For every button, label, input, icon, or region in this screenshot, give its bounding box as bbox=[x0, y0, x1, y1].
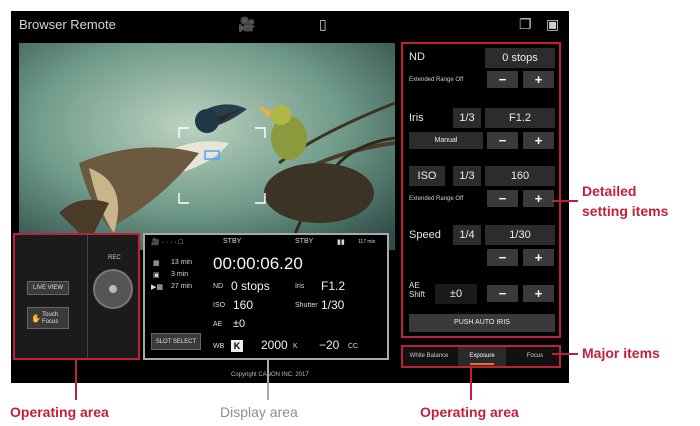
bird-preview-image bbox=[19, 43, 395, 250]
leader-line-op-left bbox=[75, 360, 77, 400]
hand-icon: ✋ bbox=[31, 314, 41, 323]
leader-line-detailed bbox=[552, 200, 578, 202]
live-preview[interactable] bbox=[19, 43, 395, 250]
active-tab-indicator bbox=[470, 363, 494, 365]
speed-step[interactable]: 1/4 bbox=[453, 225, 481, 245]
iso-display-value: 160 bbox=[233, 298, 254, 312]
nd-display-label: ND bbox=[213, 283, 224, 290]
divider bbox=[87, 235, 88, 358]
iso-extended-range[interactable]: Extended Range Off bbox=[409, 196, 463, 202]
annotation-detailed-setting-items: Detailed setting items bbox=[582, 183, 669, 219]
speed-value[interactable]: 1/30 bbox=[485, 225, 555, 245]
annotation-operating-area-left: Operating area bbox=[10, 404, 109, 420]
leader-line-display bbox=[267, 360, 269, 400]
iris-display-value: F1.2 bbox=[321, 279, 346, 293]
iso-label: ISO bbox=[409, 166, 445, 186]
push-auto-iris-button[interactable]: PUSH AUTO IRIS bbox=[409, 314, 555, 332]
touch-focus-label: Touch Focus bbox=[42, 312, 59, 325]
media-3-time: 27 min bbox=[171, 283, 193, 290]
ae-shift-label: AE Shift bbox=[409, 281, 426, 299]
live-view-button[interactable]: LIVE VIEW bbox=[27, 281, 69, 295]
nd-extended-range[interactable]: Extended Range Off bbox=[409, 77, 463, 83]
leader-line-op-right bbox=[470, 368, 472, 400]
iris-value[interactable]: F1.2 bbox=[485, 108, 555, 128]
battery-time: 117 min bbox=[358, 239, 376, 245]
app-title: Browser Remote bbox=[19, 17, 116, 32]
nd-display-value: 0 stops bbox=[231, 279, 270, 293]
shutter-display-value: 1/30 bbox=[321, 298, 345, 312]
ae-display-label: AE bbox=[213, 321, 223, 328]
stby-left: STBY bbox=[223, 238, 242, 245]
wb-display-value: 2000 bbox=[261, 338, 288, 352]
nd-value[interactable]: 0 stops bbox=[485, 48, 555, 68]
media-icon-1: ▦ bbox=[153, 260, 160, 267]
iso-minus-button[interactable]: − bbox=[487, 190, 518, 207]
annotation-display-area: Display area bbox=[220, 404, 298, 420]
nd-label: ND bbox=[409, 51, 425, 63]
media-2-time: 3 min bbox=[171, 271, 189, 278]
iris-minus-button[interactable]: − bbox=[487, 132, 518, 149]
tab-exposure-label: Exposure bbox=[469, 353, 495, 359]
detailed-setting-panel: ND 0 stops Extended Range Off − + Iris 1… bbox=[401, 42, 561, 338]
iso-value[interactable]: 160 bbox=[485, 166, 555, 186]
slot-select-button[interactable]: SLOT SELECT bbox=[151, 333, 201, 350]
iris-step[interactable]: 1/3 bbox=[453, 108, 481, 128]
wb-kelvin-unit: K bbox=[293, 343, 298, 350]
media-icon-2: ▣ bbox=[153, 272, 160, 279]
nd-minus-button[interactable]: − bbox=[487, 71, 518, 88]
annotation-operating-area-right: Operating area bbox=[420, 404, 519, 420]
rec-dot-icon bbox=[109, 285, 117, 293]
ae-display-value: ±0 bbox=[233, 318, 246, 330]
speed-minus-button[interactable]: − bbox=[487, 249, 518, 266]
leader-line-major bbox=[552, 353, 578, 355]
display-area: 🎥 · · · · □ STBY STBY ▮▮ 117 min ▦ 13 mi… bbox=[143, 233, 389, 360]
tab-focus[interactable]: Focus bbox=[511, 347, 559, 366]
rec-button[interactable] bbox=[93, 269, 133, 309]
window-icon[interactable]: ❐ bbox=[519, 16, 532, 33]
ae-shift-plus-button[interactable]: + bbox=[523, 285, 554, 302]
stby-right: STBY bbox=[295, 238, 314, 245]
rec-label: REC bbox=[108, 255, 121, 261]
tab-white-balance[interactable]: White Balance bbox=[405, 347, 453, 366]
lock-icon[interactable]: ▣ bbox=[546, 16, 559, 33]
wb-unit-badge: K bbox=[231, 340, 243, 352]
media-1-time: 13 min bbox=[171, 259, 193, 266]
camera-mode-icon: 🎥 · · · · □ bbox=[151, 239, 183, 246]
phone-icon[interactable]: ▯ bbox=[319, 16, 327, 33]
wb-display-label: WB bbox=[213, 343, 225, 350]
media-icon-3: ▶▦ bbox=[151, 284, 163, 291]
ae-shift-value[interactable]: ±0 bbox=[435, 284, 477, 304]
iso-step[interactable]: 1/3 bbox=[453, 166, 481, 186]
speed-plus-button[interactable]: + bbox=[523, 249, 554, 266]
iris-label: Iris bbox=[409, 112, 424, 124]
iso-display-label: ISO bbox=[213, 302, 226, 309]
major-items-tabs: White Balance Exposure Focus bbox=[401, 345, 561, 368]
movie-camera-icon[interactable]: 🎥 bbox=[238, 16, 255, 33]
annotation-major-items: Major items bbox=[582, 345, 660, 361]
wb-cc-unit: CC bbox=[348, 343, 359, 350]
iris-display-label: Iris bbox=[295, 283, 305, 290]
iris-plus-button[interactable]: + bbox=[523, 132, 554, 149]
wb-cc-value: −20 bbox=[319, 338, 340, 352]
battery-icon: ▮▮ bbox=[337, 239, 345, 246]
ae-shift-minus-button[interactable]: − bbox=[487, 285, 518, 302]
touch-focus-button[interactable]: ✋ Touch Focus bbox=[27, 307, 69, 329]
iris-mode[interactable]: Manual bbox=[409, 132, 483, 149]
tab-exposure[interactable]: Exposure bbox=[458, 347, 506, 366]
nd-plus-button[interactable]: + bbox=[523, 71, 554, 88]
iso-plus-button[interactable]: + bbox=[523, 190, 554, 207]
copyright: Copyright CANON INC. 2017 bbox=[231, 372, 309, 378]
left-operating-area: REC LIVE VIEW ✋ Touch Focus bbox=[13, 233, 140, 360]
timecode: 00:00:06.20 bbox=[213, 254, 303, 273]
speed-label: Speed bbox=[409, 229, 441, 241]
shutter-display-label: Shutter bbox=[295, 302, 318, 309]
